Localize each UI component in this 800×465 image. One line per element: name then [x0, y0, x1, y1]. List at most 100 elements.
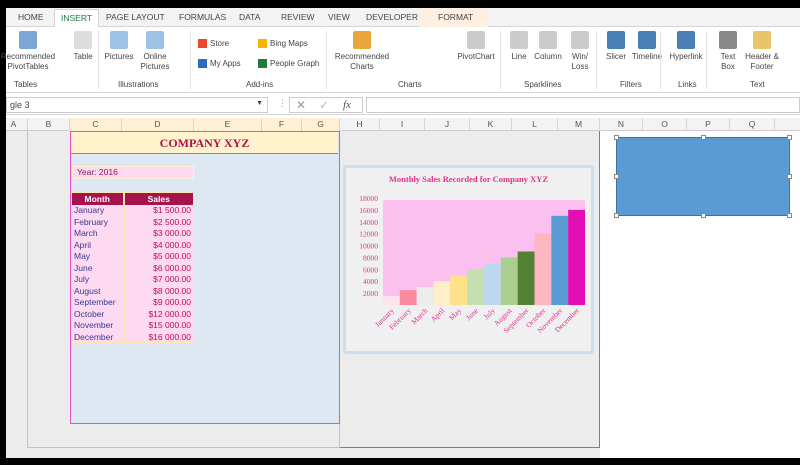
tab-insert[interactable]: INSERT — [54, 9, 100, 28]
rectangle-shape[interactable] — [614, 135, 792, 218]
column-header-H[interactable]: H — [340, 118, 380, 131]
month-cell[interactable]: October — [71, 308, 125, 320]
bing-maps-button[interactable]: Bing Maps — [258, 39, 308, 49]
table-button[interactable]: Table — [70, 31, 96, 62]
header-footer-button[interactable]: Header & Footer — [742, 31, 782, 72]
column-header-G[interactable]: G — [302, 118, 340, 131]
pivotchart-button[interactable]: PivotChart — [456, 31, 496, 62]
bar-november — [551, 215, 569, 305]
table-row: June $6 000.00 — [71, 262, 194, 274]
cancel-icon[interactable]: ✕ — [296, 98, 306, 112]
column-header-D[interactable]: D — [122, 118, 194, 131]
bar-september — [517, 251, 535, 305]
tab-home[interactable]: HOME — [18, 12, 44, 22]
sales-cell[interactable]: $16 000.00 — [123, 331, 194, 343]
recommended-pivot-button[interactable]: Recommended PivotTables — [0, 31, 56, 72]
tab-page-layout[interactable]: PAGE LAYOUT — [106, 12, 165, 22]
bar-april — [433, 281, 451, 305]
column-header-M[interactable]: M — [558, 118, 600, 131]
formula-input[interactable] — [366, 97, 800, 113]
year-label: Year: 2016 — [72, 166, 194, 179]
tab-format[interactable]: FORMAT — [438, 12, 473, 22]
pictures-button[interactable]: Pictures — [104, 31, 134, 62]
button-label: Win/ Loss — [571, 52, 589, 71]
online-pictures-button[interactable]: Online Pictures — [138, 31, 172, 72]
sales-cell[interactable]: $4 000.00 — [123, 239, 194, 251]
chevron-down-icon[interactable]: ▼ — [256, 100, 263, 107]
month-cell[interactable]: January — [71, 204, 125, 216]
enter-icon[interactable]: ✓ — [319, 98, 329, 112]
column-header-P[interactable]: P — [687, 118, 730, 131]
column-header-B[interactable]: B — [28, 118, 70, 131]
group-divider — [596, 31, 597, 89]
month-cell[interactable]: September — [71, 296, 125, 308]
text-box-button[interactable]: Text Box — [714, 31, 742, 72]
slicer-button[interactable]: Slicer — [602, 31, 630, 62]
winloss-button[interactable]: Win/ Loss — [568, 31, 592, 72]
column-header-O[interactable]: O — [643, 118, 687, 131]
column-header-J[interactable]: J — [425, 118, 470, 131]
tab-view[interactable]: VIEW — [328, 12, 350, 22]
tab-formulas[interactable]: FORMULAS — [179, 12, 226, 22]
column-header-E[interactable]: E — [194, 118, 262, 131]
hyperlink-button[interactable]: Hyperlink — [666, 31, 706, 62]
people-graph-button[interactable]: People Graph — [258, 59, 319, 69]
sales-cell[interactable]: $2 500.00 — [123, 216, 194, 228]
my-apps-button[interactable]: My Apps — [198, 59, 241, 69]
tab-data[interactable]: DATA — [239, 12, 260, 22]
month-cell[interactable]: February — [71, 216, 125, 228]
bar-june — [467, 269, 484, 305]
sales-cell[interactable]: $1 500.00 — [123, 204, 194, 216]
button-label: Text Box — [720, 52, 736, 71]
ribbon-tabs: HOME INSERT PAGE LAYOUT FORMULAS DATA REVIEW V… — [6, 8, 800, 28]
month-cell[interactable]: March — [71, 227, 125, 239]
column-header-Q[interactable]: Q — [730, 118, 775, 131]
sales-cell[interactable]: $9 000.00 — [123, 296, 194, 308]
column-header-N[interactable]: N — [600, 118, 643, 131]
sales-cell[interactable]: $15 000.00 — [123, 319, 194, 331]
month-cell[interactable]: May — [71, 250, 125, 262]
button-label: Column — [534, 52, 562, 61]
column-header-F[interactable]: F — [262, 118, 302, 131]
line-button[interactable]: Line — [508, 31, 530, 62]
sales-cell[interactable]: $5 000.00 — [123, 250, 194, 262]
month-cell[interactable]: July — [71, 273, 125, 285]
button-label: Recommended Charts — [334, 52, 390, 71]
column-button[interactable]: Column — [532, 31, 564, 62]
sales-cell[interactable]: $12 000.00 — [123, 308, 194, 320]
my-apps-icon — [198, 59, 207, 69]
sales-cell[interactable]: $6 000.00 — [123, 262, 194, 274]
excel-window: HOME INSERT PAGE LAYOUT FORMULAS DATA REVIEW V… — [1, 8, 800, 458]
store-button[interactable]: Store — [198, 39, 229, 49]
recommended-charts-button[interactable]: Recommended Charts — [332, 31, 392, 72]
sales-cell[interactable]: $3 000.00 — [123, 227, 194, 239]
table-icon — [74, 31, 92, 49]
column-header-L[interactable]: L — [512, 118, 558, 131]
month-cell[interactable]: August — [71, 285, 125, 297]
tab-review[interactable]: REVIEW — [281, 12, 315, 22]
tab-developer[interactable]: DEVELOPER — [366, 12, 418, 22]
sales-chart[interactable]: Monthly Sales Recorded for Company XYZ 2… — [343, 165, 594, 354]
column-header-K[interactable]: K — [470, 118, 512, 131]
header-month: Month — [71, 192, 125, 205]
group-label: Filters — [620, 80, 642, 89]
column-header-I[interactable]: I — [380, 118, 425, 131]
group-divider — [706, 31, 707, 89]
group-label: Text — [750, 80, 765, 89]
formula-bar: gle 3 ▼ ⋮ ✕ ✓ fx — [6, 95, 800, 115]
month-cell[interactable]: December — [71, 331, 125, 343]
timeline-button[interactable]: Timeline — [630, 31, 664, 62]
worksheet-grid[interactable]: COMPANY XYZ Year: 2016 Month Sales Janua… — [6, 131, 800, 458]
month-cell[interactable]: November — [71, 319, 125, 331]
month-cell[interactable]: April — [71, 239, 125, 251]
column-header-A[interactable]: A — [0, 118, 28, 131]
sales-cell[interactable]: $7 000.00 — [123, 273, 194, 285]
group-label: Links — [678, 80, 697, 89]
name-box[interactable]: gle 3 ▼ — [6, 97, 268, 113]
group-divider — [190, 31, 191, 89]
column-header-C[interactable]: C — [70, 118, 122, 131]
sales-cell[interactable]: $8 000.00 — [123, 285, 194, 297]
ribbon: Recommended PivotTables Table Pictures Onli… — [1, 27, 800, 93]
fx-button[interactable]: fx — [343, 99, 351, 111]
month-cell[interactable]: June — [71, 262, 125, 274]
